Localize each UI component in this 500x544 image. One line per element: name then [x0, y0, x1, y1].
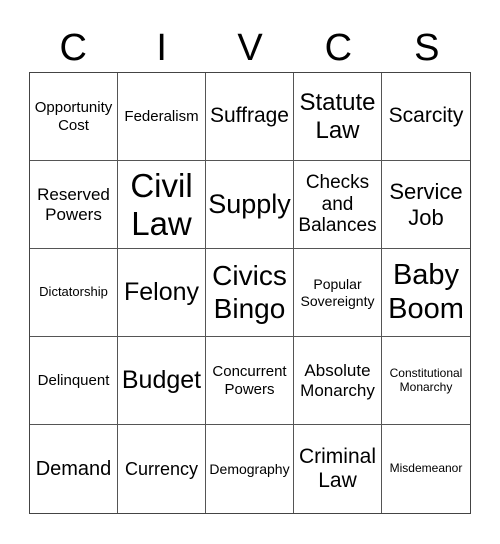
bingo-cell[interactable]: Checks and Balances [294, 161, 382, 249]
bingo-cell[interactable]: Supply [206, 161, 294, 249]
bingo-cell[interactable]: Demography [206, 425, 294, 513]
bingo-cell[interactable]: Demand [30, 425, 118, 513]
bingo-cell[interactable]: Concurrent Powers [206, 337, 294, 425]
bingo-cell[interactable]: Budget [118, 337, 206, 425]
bingo-cell[interactable]: Delinquent [30, 337, 118, 425]
bingo-cell[interactable]: Opportunity Cost [30, 73, 118, 161]
bingo-cell[interactable]: Baby Boom [382, 249, 470, 337]
bingo-cell[interactable]: Absolute Monarchy [294, 337, 382, 425]
bingo-cell[interactable]: Statute Law [294, 73, 382, 161]
bingo-cell[interactable]: Scarcity [382, 73, 470, 161]
bingo-cell[interactable]: Currency [118, 425, 206, 513]
bingo-cell[interactable]: Felony [118, 249, 206, 337]
header-letter: V [237, 27, 263, 69]
bingo-cell[interactable]: Federalism [118, 73, 206, 161]
bingo-cell[interactable]: Misdemeanor [382, 425, 470, 513]
bingo-header: C I V C S [29, 26, 471, 70]
bingo-cell[interactable]: Constitutional Monarchy [382, 337, 470, 425]
header-letter: S [414, 27, 440, 69]
bingo-cell[interactable]: Dictatorship [30, 249, 118, 337]
bingo-cell[interactable]: Civil Law [118, 161, 206, 249]
bingo-card-grid: Opportunity Cost Federalism Suffrage Sta… [29, 72, 471, 514]
bingo-cell[interactable]: Reserved Powers [30, 161, 118, 249]
bingo-cell[interactable]: Criminal Law [294, 425, 382, 513]
bingo-cell[interactable]: Popular Sovereignty [294, 249, 382, 337]
header-letter: C [59, 27, 87, 69]
bingo-free-center-cell[interactable]: Civics Bingo [206, 249, 294, 337]
header-letter: C [324, 27, 353, 69]
bingo-cell[interactable]: Service Job [382, 161, 470, 249]
bingo-cell[interactable]: Suffrage [206, 73, 294, 161]
header-letter: I [156, 27, 167, 69]
